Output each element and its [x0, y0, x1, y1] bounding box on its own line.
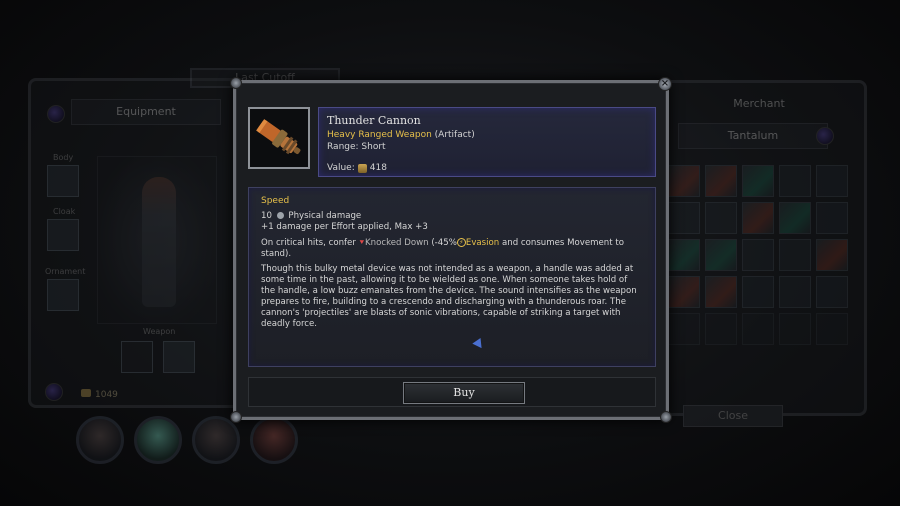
inventory-slot[interactable] — [668, 239, 700, 271]
item-purchase-dialog: × Thunder Cannon Heavy Ranged Weapon (Ar… — [230, 77, 672, 423]
lore-text: Though this bulky metal device was not i… — [261, 264, 637, 329]
inventory-slot[interactable] — [668, 313, 700, 345]
merchant-name: Tantalum — [678, 123, 828, 149]
inventory-slot[interactable] — [779, 239, 811, 271]
buy-button[interactable]: Buy — [403, 382, 525, 404]
inventory-slot[interactable] — [816, 165, 848, 197]
dialog-footer: Buy — [248, 377, 656, 407]
item-icon-frame — [248, 107, 310, 169]
thunder-cannon-icon — [250, 109, 308, 167]
item-range: Range: Short — [327, 142, 386, 152]
party-portrait[interactable] — [76, 416, 124, 464]
corner-rivet-icon — [230, 77, 242, 89]
speed-header: Speed — [261, 196, 290, 206]
inventory-slot[interactable] — [705, 202, 737, 234]
inventory-slot[interactable] — [779, 276, 811, 308]
merchant-close-button[interactable]: Close — [683, 405, 783, 427]
evasion-icon: ⚡ — [456, 238, 466, 247]
footer-orb-icon — [45, 383, 63, 401]
inventory-slot[interactable] — [742, 239, 774, 271]
close-icon[interactable]: × — [658, 77, 672, 91]
inventory-slot[interactable] — [816, 276, 848, 308]
inventory-slot[interactable] — [816, 313, 848, 345]
inventory-slot[interactable] — [779, 313, 811, 345]
body-slot[interactable] — [47, 165, 79, 197]
inventory-slot[interactable] — [742, 202, 774, 234]
item-header: Thunder Cannon Heavy Ranged Weapon (Arti… — [318, 107, 656, 177]
body-slot-label: Body — [53, 153, 74, 162]
item-value: Value: 418 — [327, 163, 387, 173]
equipment-title: Equipment — [71, 99, 221, 125]
gold-icon — [81, 389, 91, 397]
effort-line: +1 damage per Effort applied, Max +3 — [261, 222, 428, 232]
inventory-slot[interactable] — [668, 165, 700, 197]
ornament-slot[interactable] — [47, 279, 79, 311]
cloak-slot-label: Cloak — [53, 207, 76, 216]
equipment-panel: Equipment Body Cloak Ornament Weapon 104… — [28, 78, 254, 408]
party-portrait[interactable] — [250, 416, 298, 464]
inventory-slot[interactable] — [705, 239, 737, 271]
inventory-slot[interactable] — [668, 202, 700, 234]
damage-line: 10 Physical damage — [261, 211, 362, 221]
inventory-slot[interactable] — [705, 276, 737, 308]
merchant-inventory-grid — [668, 165, 848, 345]
merchant-panel: Merchant Tantalum Close — [645, 80, 867, 427]
ornament-slot-label: Ornament — [45, 267, 86, 276]
weapon-slot[interactable] — [163, 341, 195, 373]
inventory-slot[interactable] — [742, 276, 774, 308]
inventory-slot[interactable] — [705, 313, 737, 345]
physical-damage-icon — [276, 212, 284, 219]
item-type: Heavy Ranged Weapon (Artifact) — [327, 130, 475, 140]
inventory-slot[interactable] — [668, 276, 700, 308]
critical-hit-line: On critical hits, confer ⯆Knocked Down (… — [261, 238, 624, 259]
corner-rivet-icon — [230, 411, 242, 423]
party-portrait[interactable] — [134, 416, 182, 464]
cloak-slot[interactable] — [47, 219, 79, 251]
inventory-slot[interactable] — [816, 202, 848, 234]
panel-orb-icon — [47, 105, 65, 123]
inventory-slot[interactable] — [816, 239, 848, 271]
item-description: Speed 10 Physical damage +1 damage per E… — [248, 187, 656, 367]
inventory-slot[interactable] — [779, 165, 811, 197]
weapon-slot-label: Weapon — [143, 327, 176, 336]
corner-rivet-icon — [660, 411, 672, 423]
player-gold: 1049 — [81, 389, 118, 400]
merchant-orb-icon — [816, 127, 834, 145]
character-figure — [97, 156, 217, 324]
offhand-slot[interactable] — [121, 341, 153, 373]
inventory-slot[interactable] — [779, 202, 811, 234]
merchant-title: Merchant — [733, 97, 785, 110]
item-name: Thunder Cannon — [327, 114, 421, 127]
inventory-slot[interactable] — [705, 165, 737, 197]
inventory-slot[interactable] — [742, 165, 774, 197]
coin-icon — [357, 163, 367, 173]
party-portrait[interactable] — [192, 416, 240, 464]
inventory-slot[interactable] — [742, 313, 774, 345]
